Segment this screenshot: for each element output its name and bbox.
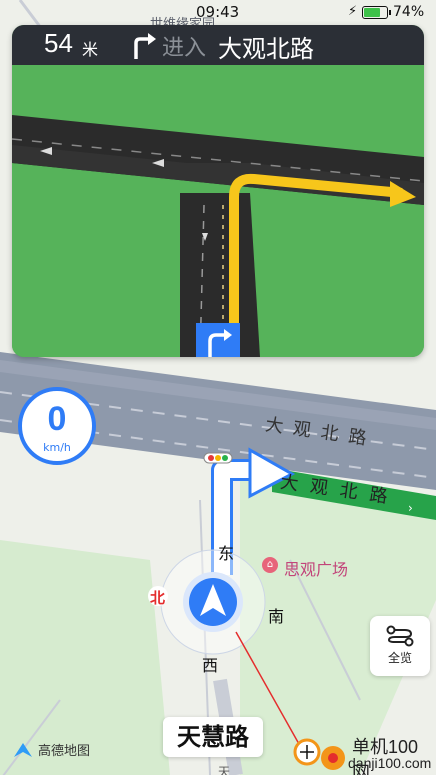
amap-logo-text: 高德地图 [38,744,91,759]
amap-logo-icon [14,742,32,757]
compass-north: 北 [150,589,166,607]
overview-button[interactable]: 全览 [370,616,430,676]
next-road-name: 大观北路 [218,35,314,63]
distance-unit: 米 [82,40,99,59]
compass-west: 西 [202,656,219,675]
speed-value: 0 [47,400,67,438]
poi-label[interactable]: 思观广场 [284,556,348,580]
current-road-name: 天慧路 [163,717,263,757]
speedometer: 0 km/h [18,387,96,465]
junction-view [12,65,424,357]
speed-unit: km/h [43,441,71,454]
charging-icon: ⚡ [348,4,358,19]
status-bar: 09:43 ⚡ 74% [0,0,436,26]
poi-pin-icon[interactable]: ⌂ [262,557,278,573]
guidance-header: 54 米 进入 大观北路 [12,25,424,65]
route-overview-icon [386,625,414,647]
distance-value: 54 [44,28,73,58]
battery-icon [362,6,388,19]
watermark: 单机100网 danji100.com [290,733,436,775]
compass-east: 东 [218,544,235,563]
turn-right-icon [134,33,156,59]
battery-percent: 74% [393,4,425,20]
battery-cap [389,10,391,15]
svg-text:›: › [408,501,413,515]
status-time: 09:43 [196,3,240,21]
guidance-card[interactable]: 54 米 进入 大观北路 [12,25,424,357]
compass-south: 南 [268,607,285,626]
battery-fill [364,8,380,17]
bottom-partial-label: 天 [218,765,231,775]
amap-logo: 高德地图 [12,740,90,759]
guidance-action: 进入 [162,36,207,61]
watermark-url: danji100.com [348,755,432,771]
overview-label: 全览 [387,651,412,665]
